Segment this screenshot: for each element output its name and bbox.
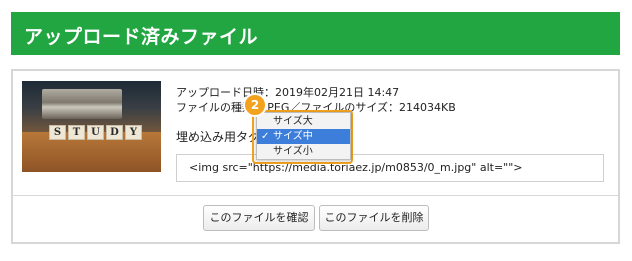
view-file-button[interactable]: このファイルを確認 [203,205,315,231]
size-select-dropdown[interactable]: サイズ大 ✓ サイズ中 サイズ小 [256,112,351,160]
step-number-badge: 2 [243,93,267,117]
letter-cube: U [87,125,104,140]
embed-code-field[interactable]: <img src="https://media.toriaez.jp/m0853… [176,154,604,182]
letter-cube: T [68,125,85,140]
delete-file-button[interactable]: このファイルを削除 [319,205,429,231]
section-header: アップロード済みファイル [11,12,620,55]
file-thumbnail[interactable]: S T U D Y [22,81,161,172]
letter-cube: D [106,125,123,140]
panel-divider [13,195,618,196]
letter-cube: S [49,125,66,140]
thumbnail-books-image [42,89,122,119]
upload-date-text: アップロード日時：2019年02月21日 14:47 [176,86,400,99]
letter-cube: Y [125,125,142,140]
size-option-large[interactable]: サイズ大 [257,114,350,129]
section-title: アップロード済みファイル [24,26,259,48]
size-option-large-label: サイズ大 [273,116,313,127]
size-option-small[interactable]: サイズ小 [257,144,350,159]
thumbnail-letter-cubes: S T U D Y [49,125,142,140]
checkmark-icon: ✓ [261,131,270,142]
size-option-medium[interactable]: ✓ サイズ中 [257,129,350,144]
size-option-medium-label: サイズ中 [273,131,313,142]
size-option-small-label: サイズ小 [273,146,313,157]
